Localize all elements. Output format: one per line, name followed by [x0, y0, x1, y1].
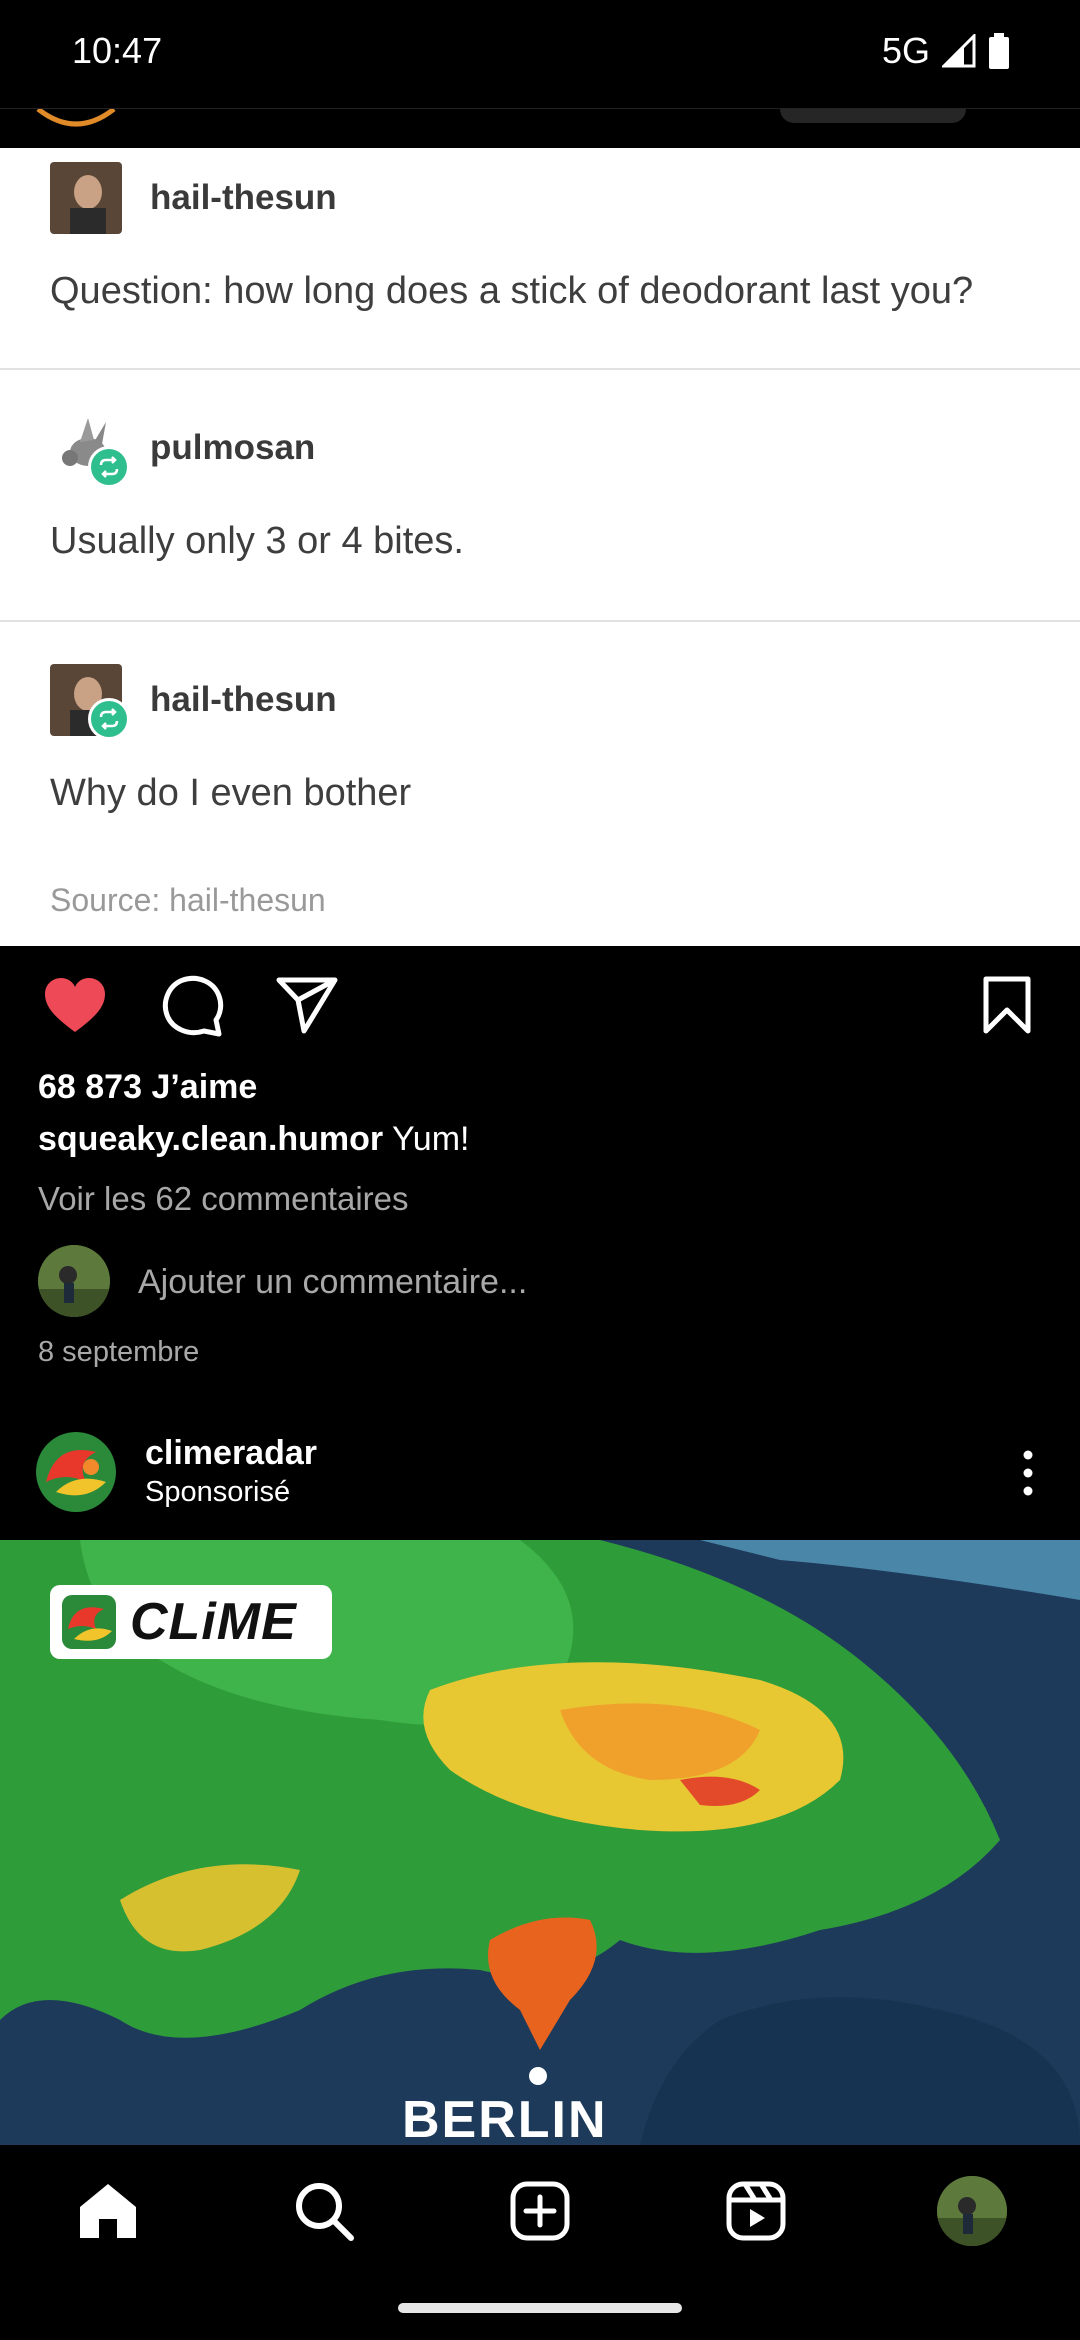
- clime-logo-text: CLiME: [130, 1593, 297, 1651]
- user-avatar: [50, 162, 122, 234]
- nav-create[interactable]: [502, 2173, 578, 2249]
- home-icon: [80, 2184, 136, 2238]
- post-actions: [0, 960, 1080, 1050]
- username: pulmosan: [150, 428, 316, 467]
- post-caption: squeaky.clean.humor Yum!: [38, 1120, 469, 1159]
- network-label: 5G: [881, 30, 930, 71]
- current-user-avatar: [38, 1245, 110, 1317]
- reblog-icon: [88, 446, 130, 488]
- post-date: 8 septembre: [38, 1336, 200, 1368]
- post-text: Why do I even bother: [50, 772, 412, 814]
- post-image[interactable]: hail-thesun Question: how long does a st…: [0, 148, 1080, 946]
- battery-icon: [989, 33, 1009, 69]
- comment-icon: [162, 975, 224, 1037]
- tumblr-post: hail-thesun Why do I even bother Source:…: [0, 622, 1080, 946]
- climeradar-avatar[interactable]: [36, 1432, 116, 1512]
- more-options-button[interactable]: [1016, 1448, 1040, 1498]
- save-button[interactable]: [972, 970, 1042, 1040]
- caption-username[interactable]: squeaky.clean.humor: [38, 1120, 383, 1158]
- tumblr-post: hail-thesun Question: how long does a st…: [0, 148, 1080, 368]
- send-icon: [276, 977, 338, 1034]
- nav-profile[interactable]: [934, 2173, 1010, 2249]
- map-city-label: BERLIN: [402, 2091, 608, 2145]
- create-icon: [510, 2181, 570, 2241]
- heart-icon: [45, 978, 105, 1032]
- nav-reels[interactable]: [718, 2173, 794, 2249]
- previous-post-edge: [0, 89, 1080, 149]
- signal-icon: [942, 34, 976, 68]
- caption-text: Yum!: [383, 1120, 470, 1158]
- comment-input[interactable]: Ajouter un commentaire...: [138, 1263, 527, 1302]
- share-button[interactable]: [272, 970, 342, 1040]
- comment-button[interactable]: [158, 970, 228, 1040]
- clime-logo: CLiME: [50, 1585, 332, 1659]
- bookmark-icon: [983, 976, 1031, 1034]
- nav-home[interactable]: [70, 2173, 146, 2249]
- nav-search[interactable]: [286, 2173, 362, 2249]
- source-label: Source: hail-thesun: [50, 882, 326, 918]
- username: hail-thesun: [150, 680, 337, 719]
- sponsored-ad-image[interactable]: CLiME BERLIN: [0, 1540, 1080, 2145]
- sponsored-post-header: climeradar Sponsorisé: [0, 1428, 1080, 1538]
- status-bar: 10:47 5G: [0, 0, 1080, 108]
- bottom-navigation: [0, 2145, 1080, 2275]
- sponsor-username[interactable]: climeradar: [145, 1434, 317, 1473]
- clime-app-icon: [62, 1595, 116, 1649]
- status-icons: 5G: [882, 30, 1010, 72]
- reels-icon: [726, 2181, 786, 2241]
- sponsored-label: Sponsorisé: [145, 1476, 291, 1508]
- search-icon: [296, 2183, 354, 2241]
- gesture-handle[interactable]: [398, 2303, 682, 2313]
- post-text: Usually only 3 or 4 bites.: [50, 520, 464, 562]
- username: hail-thesun: [150, 178, 337, 217]
- status-time: 10:47: [72, 30, 163, 71]
- reblog-icon: [88, 698, 130, 740]
- like-count[interactable]: 68 873 J’aime: [38, 1068, 257, 1107]
- profile-avatar: [937, 2176, 1007, 2246]
- more-vertical-icon: [1023, 1450, 1033, 1496]
- view-comments-link[interactable]: Voir les 62 commentaires: [38, 1180, 409, 1218]
- add-comment-row[interactable]: Ajouter un commentaire...: [38, 1245, 1038, 1319]
- like-button[interactable]: [40, 970, 110, 1040]
- tumblr-post: pulmosan Usually only 3 or 4 bites.: [0, 370, 1080, 620]
- post-text: Question: how long does a stick of deodo…: [50, 270, 974, 312]
